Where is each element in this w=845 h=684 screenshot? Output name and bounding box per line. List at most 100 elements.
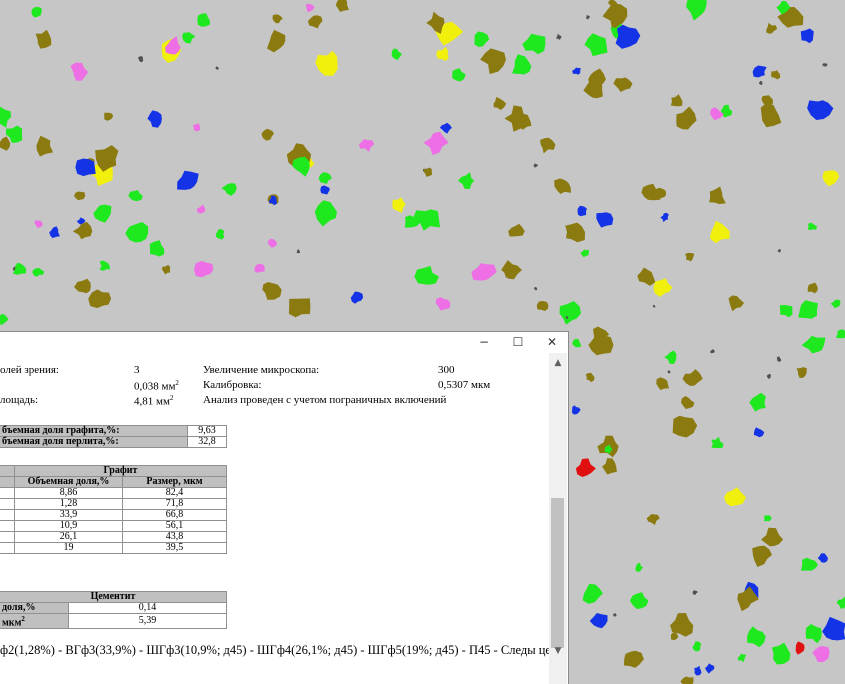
particle xyxy=(652,304,656,308)
particle xyxy=(817,553,828,563)
particle xyxy=(692,590,698,595)
particle xyxy=(512,54,532,75)
area-value: 4,81 мм2 xyxy=(134,394,174,408)
magnification-label: Увеличение микроскопа: xyxy=(203,364,320,376)
table-row: 8,86 82,4 xyxy=(0,487,227,499)
particle xyxy=(70,62,89,81)
graphite-size-cell: 66,8 xyxy=(122,509,227,521)
table-row: 1,28 71,8 xyxy=(0,498,227,510)
scroll-down-arrow-icon[interactable]: ▼ xyxy=(549,643,567,660)
fields-value: 3 xyxy=(134,364,140,376)
particle xyxy=(586,14,590,20)
particle xyxy=(49,226,60,239)
report-content: олей зрения: 3 Увеличение микроскопа: 30… xyxy=(0,353,549,684)
particle xyxy=(623,650,644,668)
particle xyxy=(435,297,451,311)
particle xyxy=(452,68,466,82)
particle xyxy=(608,0,618,7)
particle xyxy=(414,265,439,285)
cementite-table-title: Цементит xyxy=(0,591,227,603)
table-row: 10,9 56,1 xyxy=(0,520,227,532)
particle xyxy=(147,110,162,128)
particle xyxy=(710,349,715,354)
particle xyxy=(822,63,828,67)
particle xyxy=(314,200,337,227)
particle xyxy=(771,642,791,665)
particle xyxy=(637,267,656,286)
close-button[interactable]: ✕ xyxy=(535,332,568,352)
particle xyxy=(501,260,522,280)
particle xyxy=(588,68,606,89)
cementite-size-value: 5,39 xyxy=(68,612,227,630)
particle xyxy=(777,249,781,253)
graphite-volume-label: бъемная доля графита,%: xyxy=(0,425,188,437)
particle xyxy=(350,291,364,304)
particle xyxy=(74,191,86,201)
particle xyxy=(215,229,225,240)
particle xyxy=(392,197,406,213)
particle xyxy=(705,663,715,674)
scrollbar-thumb[interactable] xyxy=(551,498,564,648)
particle xyxy=(572,67,581,75)
particle xyxy=(754,427,765,438)
particle xyxy=(533,163,539,168)
particle xyxy=(686,0,707,21)
particle xyxy=(35,29,52,49)
particle xyxy=(74,278,91,294)
pearlite-volume-value: 32,8 xyxy=(187,436,227,448)
particle xyxy=(822,170,840,187)
scroll-up-arrow-icon[interactable]: ▲ xyxy=(549,355,567,372)
particle xyxy=(536,301,549,311)
graphite-volume-value: 9,63 xyxy=(187,425,227,437)
particle xyxy=(88,289,112,309)
particle xyxy=(474,31,490,47)
particle xyxy=(801,557,819,571)
table-row: Графит xyxy=(0,465,227,477)
particle xyxy=(807,100,834,120)
minimize-button[interactable]: − xyxy=(467,332,501,352)
particle xyxy=(672,415,698,438)
vertical-scrollbar[interactable]: ▲ ▼ xyxy=(549,353,567,684)
particle xyxy=(0,314,9,326)
particle xyxy=(320,185,330,195)
particle xyxy=(795,641,805,655)
graphite-volume-cell: 8,86 xyxy=(14,487,123,499)
particle xyxy=(423,131,449,155)
particle xyxy=(32,268,45,277)
particle xyxy=(798,300,818,319)
volume-fraction-table: бъемная доля графита,%: 9,63 бъемная дол… xyxy=(0,425,227,448)
particle xyxy=(656,377,670,391)
particle xyxy=(752,545,772,567)
particle xyxy=(72,221,93,240)
particle xyxy=(0,136,11,151)
particle xyxy=(577,205,587,217)
particle xyxy=(296,249,300,254)
particle xyxy=(458,172,475,189)
particle xyxy=(307,15,323,29)
cementite-size-label: мкм2 xyxy=(0,612,69,630)
particle xyxy=(192,123,201,132)
maximize-button[interactable]: ☐ xyxy=(501,332,535,352)
particle xyxy=(359,139,375,152)
particle xyxy=(710,107,724,121)
particle xyxy=(664,350,677,365)
particle xyxy=(711,436,724,449)
particle xyxy=(682,369,703,386)
particle xyxy=(292,156,310,177)
graphite-size-cell: 56,1 xyxy=(122,520,227,532)
cementite-table: Цементит доля,% 0,14 мкм2 5,39 xyxy=(0,591,227,630)
particle xyxy=(75,158,96,177)
particle xyxy=(766,22,778,34)
particle xyxy=(540,137,556,154)
particle xyxy=(836,596,845,609)
particle xyxy=(508,223,525,237)
particle xyxy=(36,135,54,157)
cementite-fraction-label: доля,% xyxy=(0,602,69,614)
area-label: лощадь: xyxy=(0,394,39,406)
particle xyxy=(764,515,772,522)
particle xyxy=(522,33,546,55)
particle xyxy=(653,278,673,297)
window-titlebar[interactable]: − ☐ ✕ xyxy=(0,332,568,352)
calibration-value: 0,5307 мкм xyxy=(438,379,491,391)
particle xyxy=(709,186,726,205)
